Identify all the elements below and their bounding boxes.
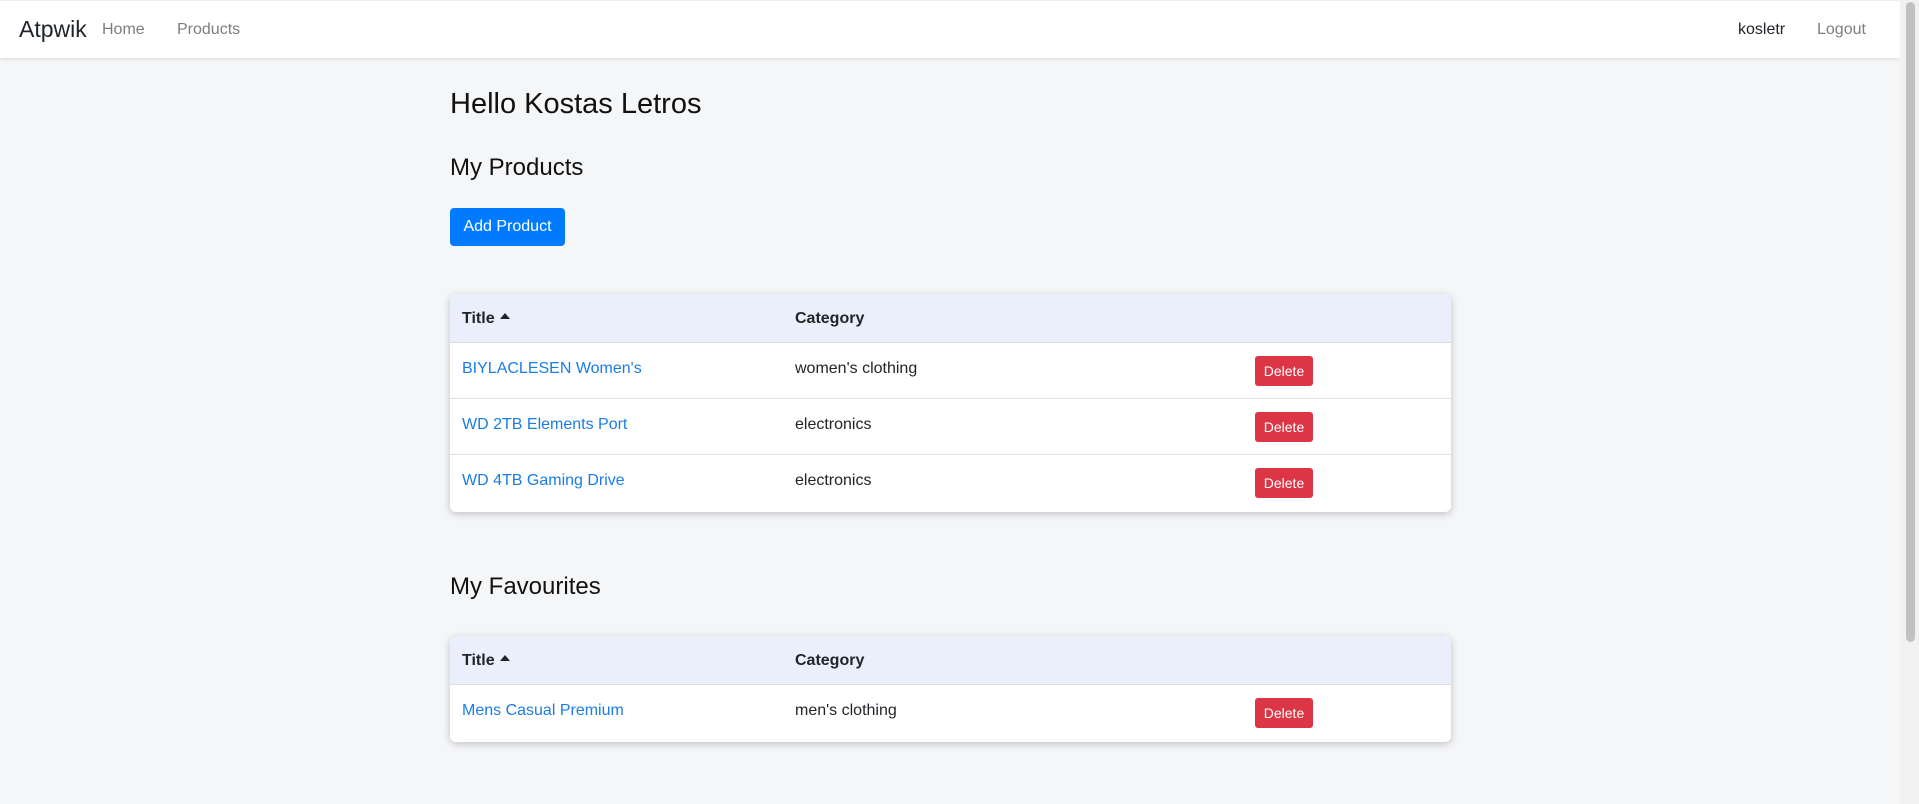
table-row: WD 2TB Elements Port electronics Delete [450, 399, 1451, 455]
product-category: electronics [795, 416, 872, 433]
top-navbar: Atpwik Home Products kosletr Logout [0, 1, 1900, 58]
title-header-label: Title [462, 310, 495, 327]
add-product-button[interactable]: Add Product [450, 208, 565, 246]
delete-button[interactable]: Delete [1255, 412, 1313, 442]
delete-button[interactable]: Delete [1255, 356, 1313, 386]
delete-button[interactable]: Delete [1255, 468, 1313, 498]
table-header: Title Category [450, 636, 1451, 685]
favourite-title-link[interactable]: Mens Casual Premium [462, 702, 624, 720]
table-header: Title Category [450, 294, 1451, 343]
nav-username-link[interactable]: kosletr [1738, 21, 1785, 39]
product-category: electronics [795, 472, 872, 489]
my-favourites-heading: My Favourites [450, 573, 601, 600]
my-products-table: Title Category BIYLACLESEN Women's women… [450, 294, 1451, 512]
category-column-header: Category [795, 310, 865, 327]
my-products-heading: My Products [450, 154, 584, 181]
product-category: women's clothing [795, 360, 918, 377]
nav-logout-link[interactable]: Logout [1817, 21, 1866, 39]
table-row: BIYLACLESEN Women's women's clothing Del… [450, 343, 1451, 399]
brand-logo[interactable]: Atpwik [19, 16, 87, 43]
table-row: WD 4TB Gaming Drive electronics Delete [450, 455, 1451, 511]
nav-products-link[interactable]: Products [177, 21, 240, 39]
greeting-heading: Hello Kostas Letros [450, 88, 702, 120]
my-favourites-table: Title Category Mens Casual Premium men's… [450, 636, 1451, 742]
title-column-header[interactable]: Title [462, 310, 510, 328]
title-column-header[interactable]: Title [462, 652, 510, 670]
delete-button[interactable]: Delete [1255, 698, 1313, 728]
table-row: Mens Casual Premium men's clothing Delet… [450, 685, 1451, 741]
sort-asc-icon [499, 313, 510, 319]
product-title-link[interactable]: BIYLACLESEN Women's [462, 360, 642, 378]
title-header-label: Title [462, 652, 495, 669]
product-title-link[interactable]: WD 4TB Gaming Drive [462, 472, 625, 490]
product-title-link[interactable]: WD 2TB Elements Port [462, 416, 627, 434]
scrollbar-thumb[interactable] [1906, 2, 1915, 642]
nav-home-link[interactable]: Home [102, 21, 145, 39]
sort-asc-icon [499, 655, 510, 661]
category-column-header: Category [795, 652, 865, 669]
favourite-category: men's clothing [795, 702, 897, 719]
